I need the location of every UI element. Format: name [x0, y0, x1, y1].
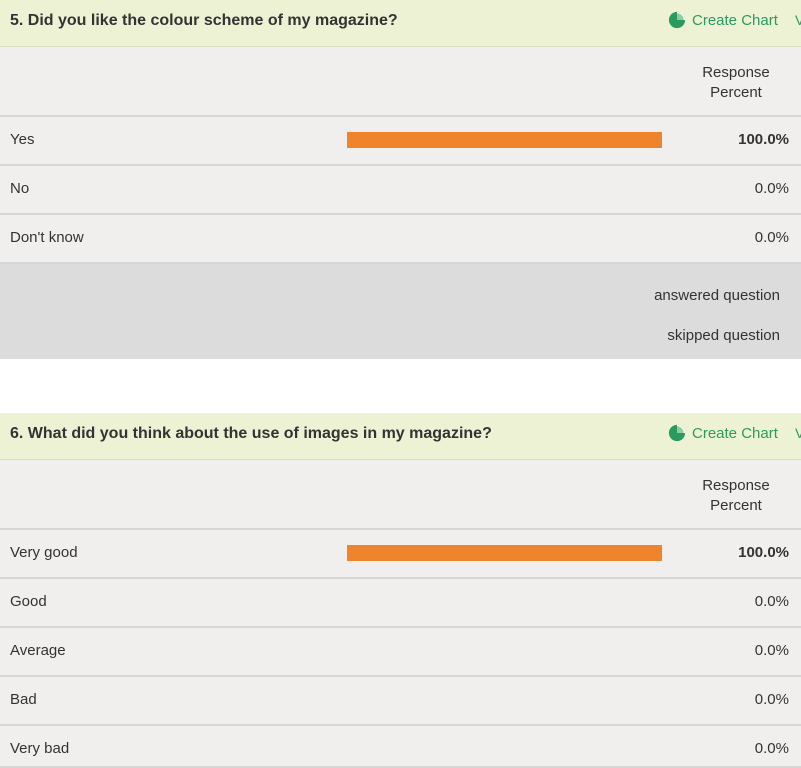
response-bar [347, 545, 662, 561]
summary-area: answered question skipped question [0, 264, 801, 359]
create-chart-button[interactable]: Create Chart [668, 11, 778, 29]
answer-row: Average 0.0% [0, 628, 801, 677]
column-header-row: Response Percent [0, 460, 801, 530]
answer-row: No 0.0% [0, 166, 801, 215]
response-percent: 0.0% [754, 642, 789, 659]
response-bar-fill [347, 545, 662, 561]
response-bar [347, 132, 662, 148]
response-percent: 0.0% [754, 229, 789, 246]
answered-question-label: answered question [654, 287, 780, 304]
question-title: 6. What did you think about the use of i… [10, 425, 492, 442]
column-header-row: Response Percent [0, 47, 801, 117]
response-percent-header: Response Percent [702, 477, 770, 514]
create-chart-button[interactable]: Create Chart [668, 424, 778, 442]
response-bar-fill [347, 132, 662, 148]
answer-label: Very bad [10, 740, 70, 757]
answer-label: Very good [10, 544, 78, 561]
question-header: 6. What did you think about the use of i… [0, 413, 801, 460]
answer-label: No [10, 180, 30, 197]
answer-label: Bad [10, 691, 37, 708]
response-percent: 0.0% [754, 740, 789, 757]
answer-label: Yes [10, 131, 35, 148]
answer-label: Don't know [10, 229, 84, 246]
response-percent: 100.0% [738, 544, 789, 561]
response-percent-header: Response Percent [702, 64, 770, 101]
question-title: 5. Did you like the colour scheme of my … [10, 12, 398, 29]
skipped-question-label: skipped question [667, 327, 780, 344]
answer-row: Don't know 0.0% [0, 215, 801, 264]
answer-label: Average [10, 642, 66, 659]
response-percent: 0.0% [754, 593, 789, 610]
answer-row: Very good 100.0% [0, 530, 801, 579]
response-percent: 100.0% [738, 131, 789, 148]
create-chart-label: Create Chart [692, 424, 778, 442]
answer-row: Yes 100.0% [0, 117, 801, 166]
question-header: 5. Did you like the colour scheme of my … [0, 0, 801, 47]
pie-chart-icon [668, 424, 686, 442]
question-5: 5. Did you like the colour scheme of my … [0, 0, 801, 359]
chevron-down-icon[interactable]: V [795, 12, 801, 28]
chevron-down-icon[interactable]: V [795, 425, 801, 441]
response-percent: 0.0% [754, 180, 789, 197]
pie-chart-icon [668, 11, 686, 29]
answer-row: Good 0.0% [0, 579, 801, 628]
create-chart-label: Create Chart [692, 11, 778, 29]
response-percent: 0.0% [754, 691, 789, 708]
question-6: 6. What did you think about the use of i… [0, 413, 801, 768]
answer-row: Very bad 0.0% [0, 726, 801, 768]
answer-row: Bad 0.0% [0, 677, 801, 726]
answer-label: Good [10, 593, 47, 610]
